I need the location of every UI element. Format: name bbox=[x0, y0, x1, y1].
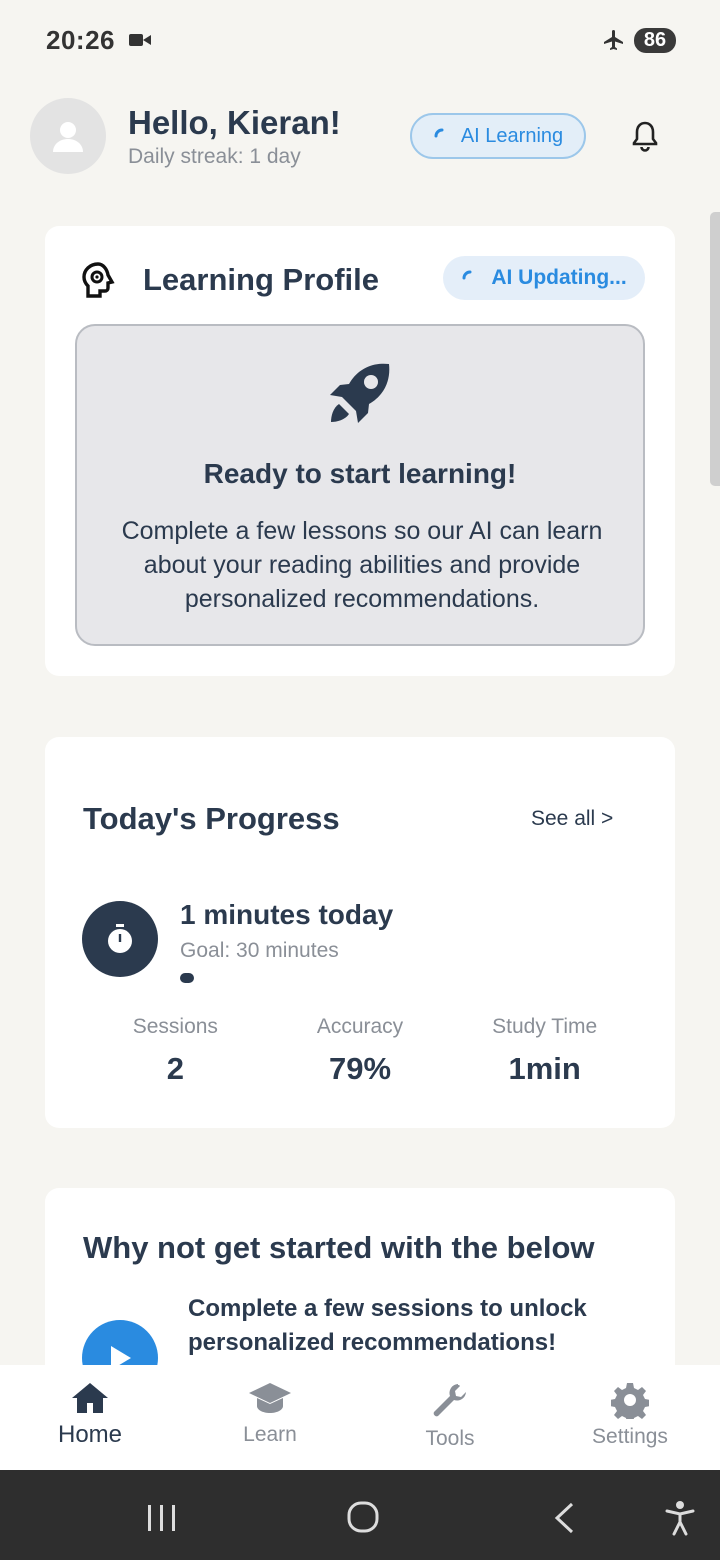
stat-value: 1min bbox=[508, 1051, 581, 1086]
stat-label: Accuracy bbox=[316, 1015, 404, 1038]
airplane-mode-icon bbox=[604, 30, 623, 50]
brain-gear-icon bbox=[82, 262, 115, 298]
status-time: 20:26 bbox=[46, 24, 115, 55]
stat-accuracy: Accuracy 79% bbox=[268, 1015, 453, 1087]
status-bar: 20:26 86 bbox=[0, 0, 720, 80]
stopwatch-icon bbox=[108, 924, 132, 953]
header: Hello, Kieran! Daily streak: 1 day AI Le… bbox=[30, 98, 690, 174]
wrench-icon bbox=[433, 1384, 466, 1417]
rocket-icon bbox=[330, 363, 390, 423]
daily-streak: Daily streak: 1 day bbox=[128, 145, 301, 168]
graduation-cap-icon bbox=[249, 1383, 291, 1413]
daily-goal-progress-bar bbox=[180, 973, 560, 983]
nav-label: Tools bbox=[425, 1427, 475, 1450]
ready-to-learn-panel: Ready to start learning! Complete a few … bbox=[75, 324, 645, 646]
greeting: Hello, Kieran! bbox=[128, 104, 341, 141]
stat-label: Study Time bbox=[492, 1015, 598, 1038]
spinner-icon bbox=[462, 270, 472, 280]
ready-title: Ready to start learning! bbox=[203, 458, 517, 489]
stat-value: 2 bbox=[166, 1051, 184, 1086]
bottom-navigation: Home Learn Tools Settings bbox=[0, 1365, 720, 1470]
learning-profile-card: Learning Profile AI Updating... Ready to… bbox=[45, 226, 675, 676]
ready-description: Complete a few lessons so our AI can lea… bbox=[121, 517, 603, 613]
scrollbar[interactable] bbox=[710, 212, 720, 486]
notifications-button[interactable] bbox=[630, 120, 660, 157]
spinner-icon bbox=[434, 128, 444, 138]
recent-apps-icon[interactable] bbox=[146, 1503, 178, 1533]
nav-label: Settings bbox=[592, 1425, 668, 1448]
get-started-title: Why not get started with the below bbox=[83, 1230, 595, 1265]
nav-label: Home bbox=[57, 1421, 123, 1448]
daily-goal-progress-fill bbox=[180, 973, 194, 983]
ai-updating-label: AI Updating... bbox=[491, 266, 627, 289]
nav-tools[interactable]: Tools bbox=[360, 1365, 540, 1470]
avatar[interactable] bbox=[30, 98, 106, 174]
nav-settings[interactable]: Settings bbox=[540, 1365, 720, 1470]
get-started-card: Why not get started with the below Compl… bbox=[45, 1188, 675, 1388]
home-icon bbox=[72, 1383, 108, 1413]
nav-home[interactable]: Home bbox=[0, 1365, 180, 1470]
todays-progress-title: Today's Progress bbox=[83, 801, 340, 836]
video-camera-icon bbox=[129, 34, 151, 46]
learning-profile-title: Learning Profile bbox=[143, 262, 379, 297]
goal-minutes: Goal: 30 minutes bbox=[180, 939, 339, 962]
gear-icon bbox=[611, 1383, 649, 1419]
see-all-link[interactable]: See all > bbox=[531, 807, 613, 831]
nav-learn[interactable]: Learn bbox=[180, 1365, 360, 1470]
bell-icon bbox=[632, 121, 658, 152]
back-icon[interactable] bbox=[552, 1502, 576, 1534]
accessibility-icon[interactable] bbox=[664, 1500, 696, 1536]
timer-badge bbox=[82, 901, 158, 977]
battery-level: 86 bbox=[634, 27, 676, 53]
stat-value: 79% bbox=[328, 1051, 392, 1086]
ai-updating-chip: AI Updating... bbox=[443, 256, 645, 300]
stat-study-time: Study Time 1min bbox=[452, 1015, 637, 1087]
get-started-text: Complete a few sessions to unlock person… bbox=[188, 1295, 587, 1356]
ai-learning-chip[interactable]: AI Learning bbox=[410, 113, 586, 159]
home-button-icon[interactable] bbox=[346, 1500, 380, 1534]
ai-learning-label: AI Learning bbox=[460, 124, 564, 147]
stat-label: Sessions bbox=[132, 1015, 218, 1038]
stat-sessions: Sessions 2 bbox=[83, 1015, 268, 1087]
stats-row: Sessions 2 Accuracy 79% Study Time 1min bbox=[83, 1015, 637, 1087]
todays-progress-card: Today's Progress See all > 1 minutes tod… bbox=[45, 737, 675, 1128]
system-navigation-bar bbox=[0, 1470, 720, 1560]
nav-label: Learn bbox=[243, 1423, 297, 1446]
minutes-today: 1 minutes today bbox=[180, 899, 394, 930]
user-icon bbox=[53, 122, 83, 152]
